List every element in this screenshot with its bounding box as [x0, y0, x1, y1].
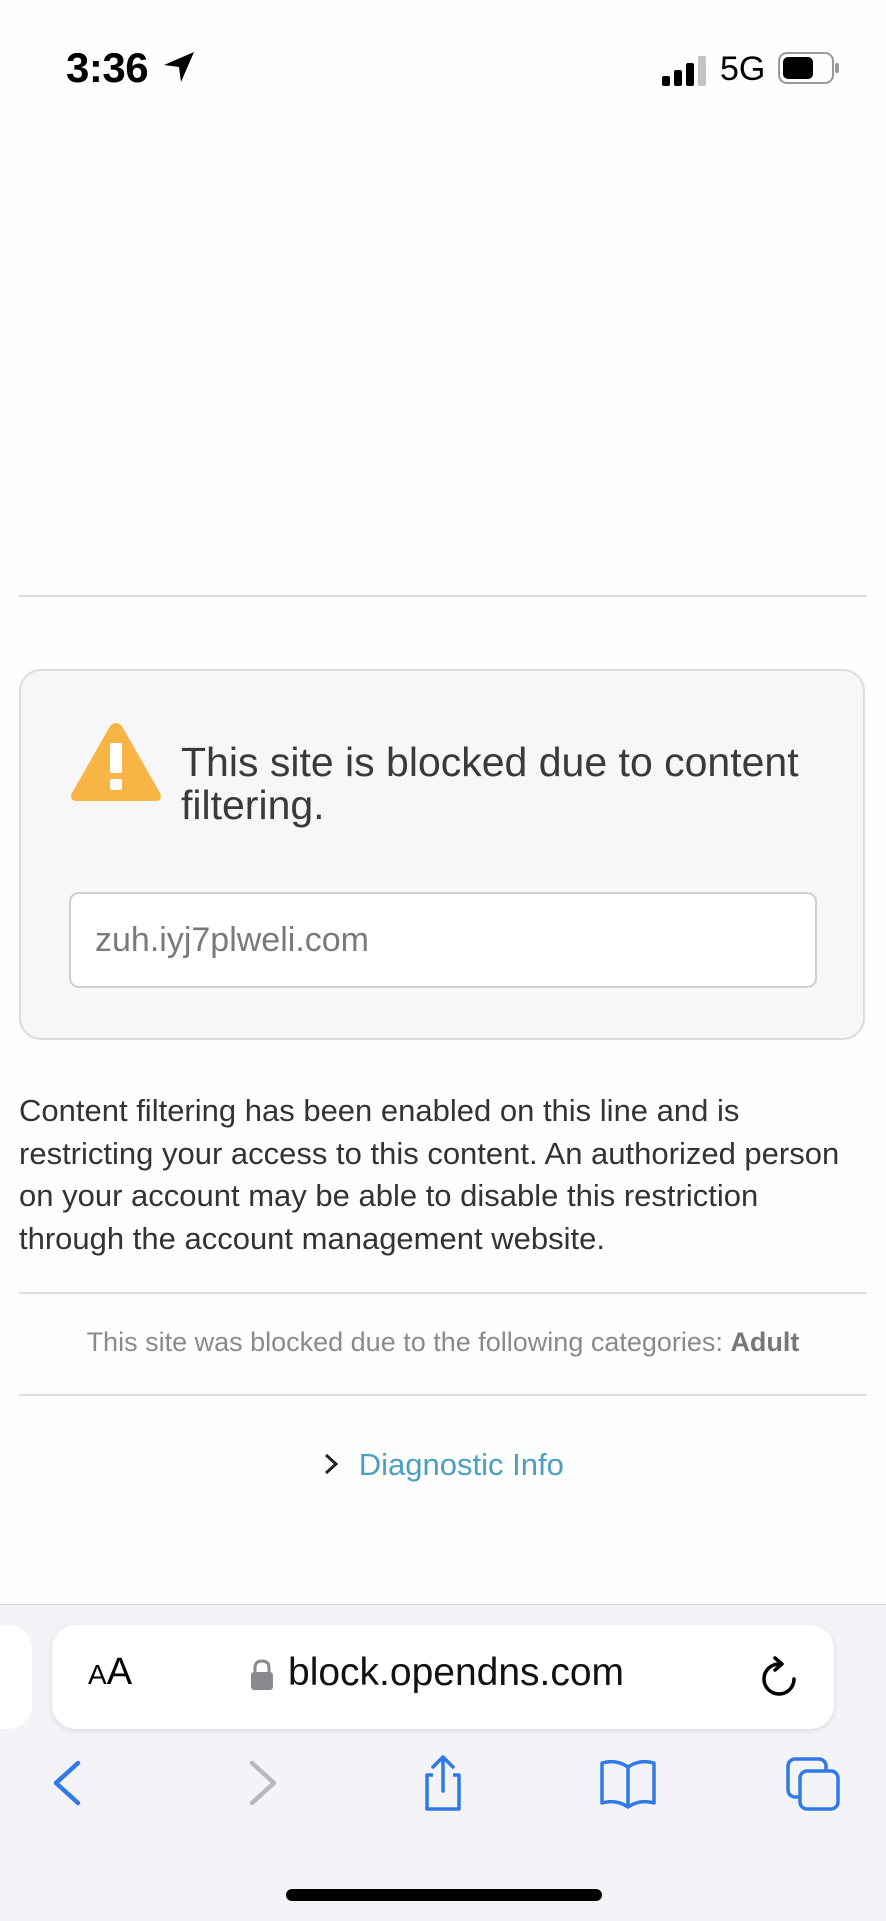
block-notice-panel: This site is blocked due to content filt… [19, 669, 865, 1040]
blocked-domain-field: zuh.iyj7plweli.com [69, 892, 817, 988]
bookmarks-icon[interactable] [598, 1753, 658, 1813]
home-indicator[interactable] [286, 1889, 602, 1901]
block-title: This site is blocked due to content filt… [181, 739, 799, 828]
address-bar[interactable]: AA block.opendns.com [52, 1625, 834, 1729]
location-arrow-icon [164, 52, 194, 82]
browser-toolbar: AA block.opendns.com [0, 1604, 886, 1921]
category-name: Adult [730, 1327, 800, 1357]
url-text[interactable]: block.opendns.com [288, 1651, 624, 1695]
diagnostic-info-link[interactable]: Diagnostic Info [359, 1447, 564, 1482]
forward-icon[interactable] [230, 1753, 290, 1813]
chevron-right-icon [325, 1453, 339, 1475]
network-type: 5G [720, 50, 766, 88]
middle-divider [19, 1292, 867, 1294]
battery-icon [778, 52, 839, 84]
lock-icon [251, 1659, 273, 1690]
top-divider [19, 595, 867, 597]
back-icon[interactable] [40, 1753, 100, 1813]
signal-icon [662, 56, 706, 86]
lower-divider [19, 1394, 867, 1396]
warning-icon [71, 723, 161, 801]
share-icon[interactable] [413, 1753, 473, 1813]
status-time: 3:36 [66, 44, 149, 91]
categories-prefix: This site was blocked due to the followi… [86, 1327, 723, 1357]
previous-tab-edge[interactable] [0, 1625, 32, 1729]
explanation-text: Content filtering has been enabled on th… [19, 1093, 840, 1256]
diagnostic-info-toggle[interactable]: Diagnostic Info [0, 1447, 886, 1483]
text-size-button[interactable]: AA [88, 1651, 132, 1694]
tabs-icon[interactable] [784, 1753, 844, 1813]
status-bar: 3:36 5G [0, 0, 886, 140]
reload-icon[interactable] [758, 1655, 802, 1701]
blocked-categories: This site was blocked due to the followi… [0, 1327, 886, 1358]
